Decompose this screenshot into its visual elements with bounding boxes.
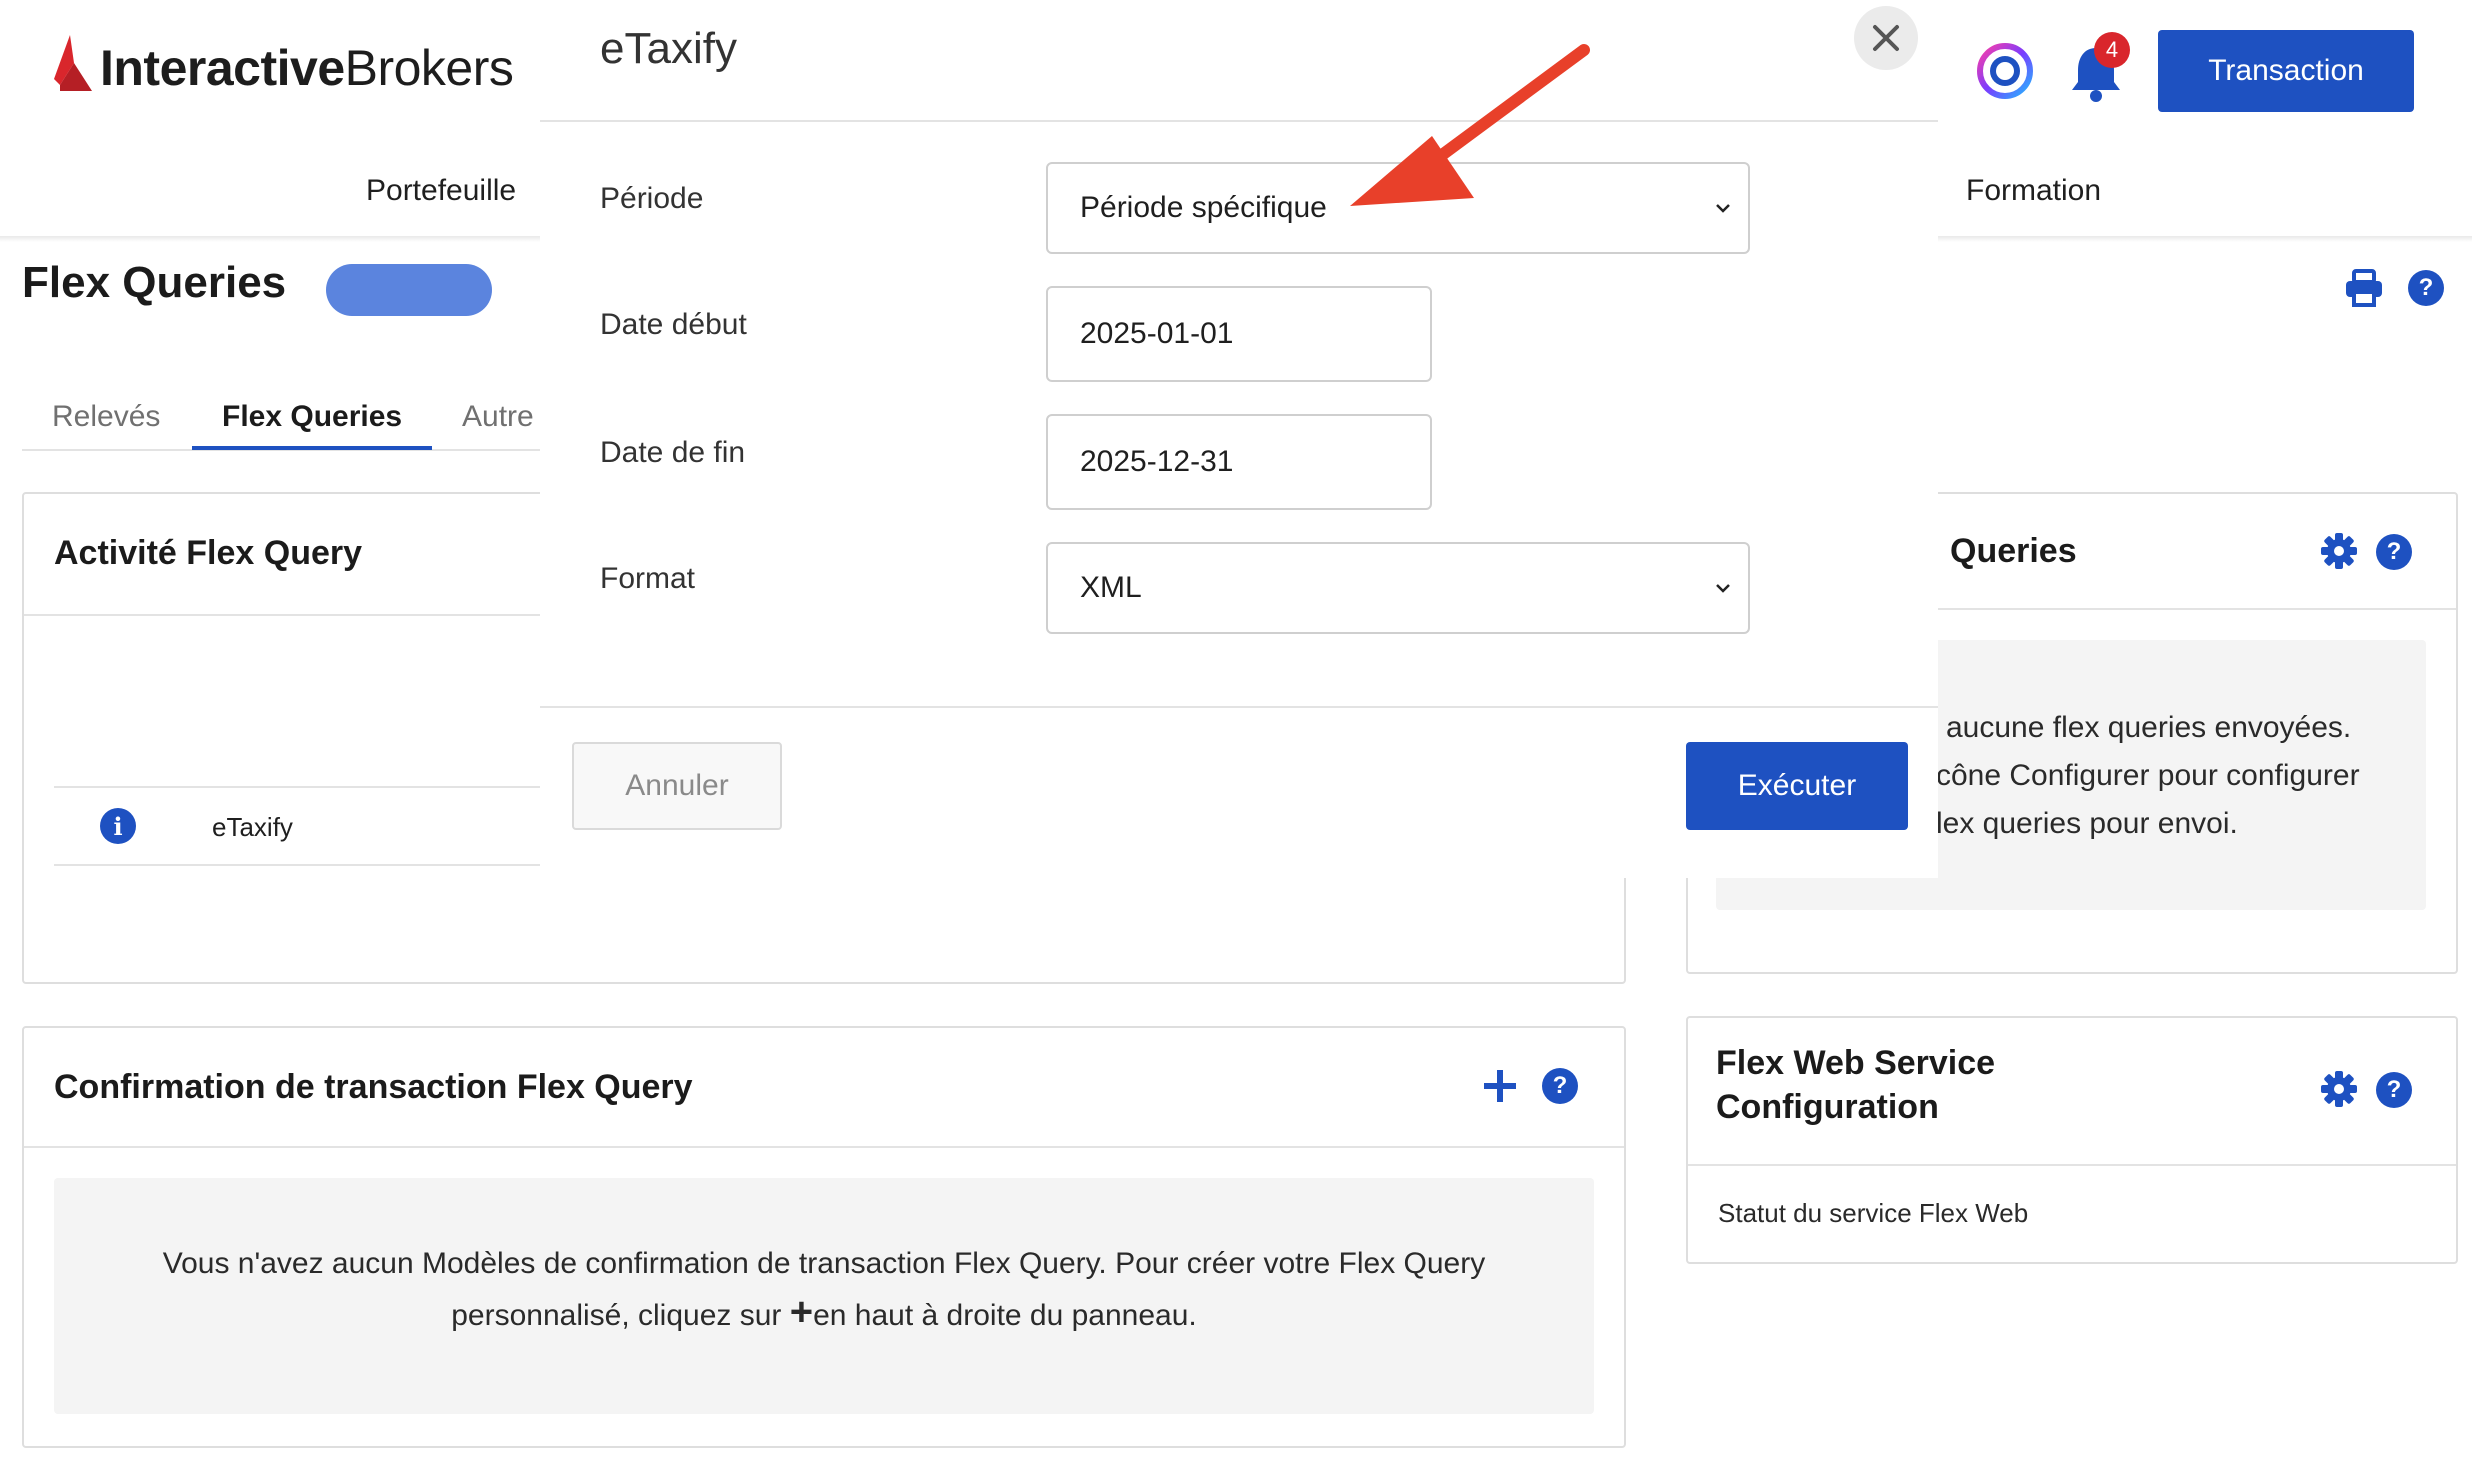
transaction-button[interactable]: Transaction: [2158, 30, 2414, 112]
delivery-empty-line-1: aucune flex queries envoyées.: [1946, 711, 2352, 744]
period-label: Période: [600, 182, 704, 215]
web-service-help-icon[interactable]: ?: [2376, 1072, 2412, 1108]
chevron-down-icon: [1716, 584, 1730, 593]
cancel-button[interactable]: Annuler: [572, 742, 782, 830]
run-button[interactable]: Exécuter: [1686, 742, 1908, 830]
web-service-divider: [1688, 1164, 2456, 1166]
plus-icon[interactable]: [1482, 1068, 1518, 1104]
close-icon: [1873, 25, 1899, 51]
circle-logo-icon[interactable]: [1976, 42, 2034, 100]
ib-logo-icon: [54, 35, 92, 91]
nav-education[interactable]: Formation: [1966, 174, 2101, 208]
delivery-empty-line-2: cône Configurer pour configurer: [1936, 759, 2360, 792]
end-date-label: Date de fin: [600, 436, 746, 469]
trade-confirm-divider: [24, 1146, 1624, 1148]
tab-statements[interactable]: Relevés: [52, 400, 160, 434]
modal-footer-divider: [540, 706, 1938, 708]
tab-other[interactable]: Autre: [462, 400, 534, 434]
page-title: Flex Queries: [22, 258, 287, 307]
modal-header-divider: [540, 120, 1938, 122]
etaxify-modal: eTaxify Période Période spécifique Date …: [540, 0, 1938, 878]
arrow-annotation-icon: [1350, 44, 1590, 206]
format-select-value: XML: [1080, 571, 1142, 604]
start-date-input[interactable]: 2025-01-01: [1046, 286, 1432, 382]
end-date-input[interactable]: 2025-12-31: [1046, 414, 1432, 510]
notification-badge: 4: [2094, 32, 2130, 68]
nav-portfolio[interactable]: Portefeuille: [366, 174, 516, 208]
web-service-title-line-1: Flex Web Service: [1716, 1044, 1996, 1082]
period-select-value: Période spécifique: [1080, 191, 1327, 224]
brand-logo[interactable]: InteractiveBrokers: [52, 28, 514, 108]
delivery-help-icon[interactable]: ?: [2376, 534, 2412, 570]
active-tab-indicator: [192, 446, 432, 450]
trade-confirm-empty-line-2: personnalisé, cliquez sur +en haut à dro…: [451, 1290, 1197, 1334]
web-service-status-label: Statut du service Flex Web: [1718, 1198, 2029, 1228]
account-pill[interactable]: [326, 264, 492, 316]
delivery-panel-title: Queries: [1950, 532, 2077, 570]
gear-icon[interactable]: [2320, 532, 2358, 570]
modal-title: eTaxify: [600, 24, 737, 73]
format-label: Format: [600, 562, 696, 595]
tab-flex-queries[interactable]: Flex Queries: [222, 400, 402, 434]
info-icon[interactable]: i: [100, 808, 136, 844]
start-date-label: Date début: [600, 308, 747, 341]
gear-icon[interactable]: [2320, 1070, 2358, 1108]
page-help-icon[interactable]: ?: [2408, 270, 2444, 306]
print-icon[interactable]: [2344, 268, 2384, 308]
close-button[interactable]: [1854, 6, 1918, 70]
format-select[interactable]: XML: [1046, 542, 1750, 634]
trade-confirm-empty-line-1: Vous n'avez aucun Modèles de confirmatio…: [162, 1247, 1486, 1280]
activity-panel-title: Activité Flex Query: [54, 534, 363, 572]
chevron-down-icon: [1716, 204, 1730, 213]
brand-name: InteractiveBrokers: [100, 40, 514, 96]
query-name[interactable]: eTaxify: [212, 812, 293, 843]
trade-confirm-help-icon[interactable]: ?: [1542, 1068, 1578, 1104]
trade-confirm-title: Confirmation de transaction Flex Query: [54, 1068, 693, 1106]
delivery-empty-line-3: lex queries pour envoi.: [1936, 807, 2238, 840]
web-service-title-line-2: Configuration: [1716, 1088, 1939, 1126]
